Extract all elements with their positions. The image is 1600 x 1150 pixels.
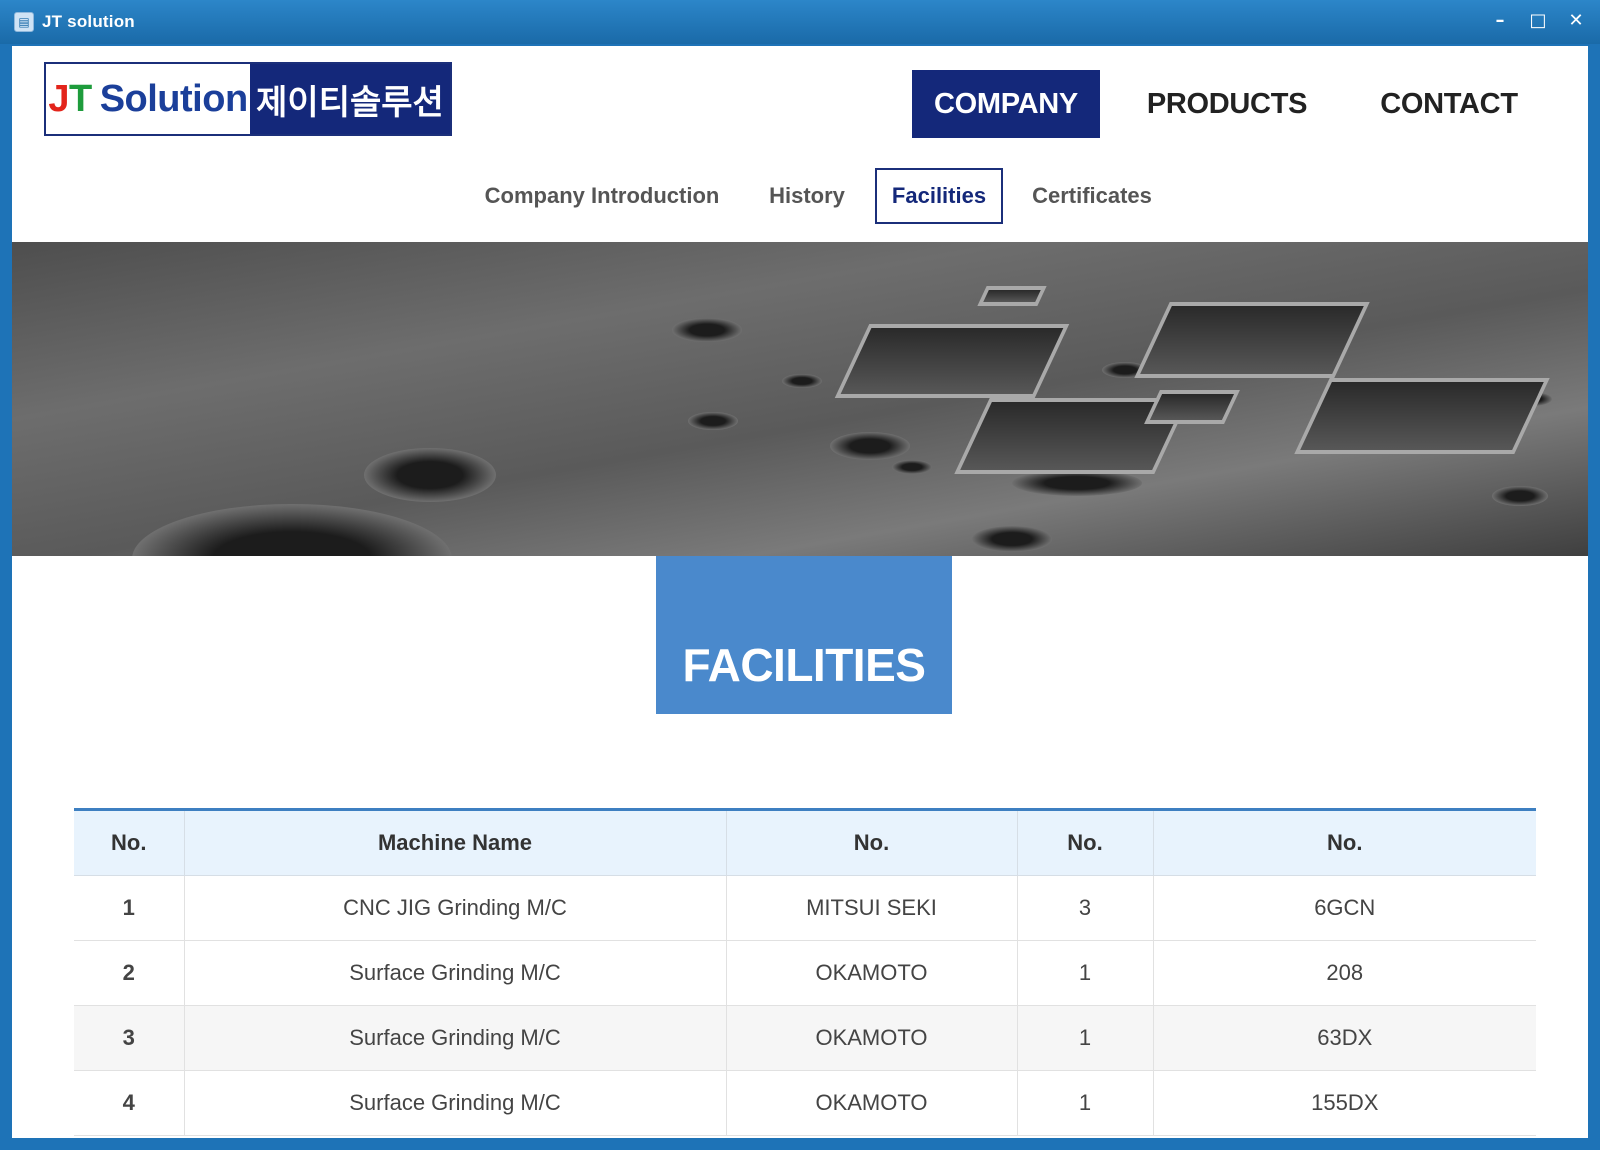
sub-nav: Company Introduction History Facilities … (12, 168, 1588, 226)
subnav-company-introduction[interactable]: Company Introduction (477, 168, 727, 224)
col-header-machine-name: Machine Name (183, 809, 726, 876)
app-icon: ▤ (14, 12, 34, 32)
hero-pocket (1294, 378, 1550, 454)
close-icon: ✕ (1568, 9, 1584, 31)
cell-no: 3 (74, 1005, 184, 1071)
col-header-no: No. (74, 809, 184, 876)
hero-banner-image (12, 242, 1588, 556)
hero-hole (892, 460, 932, 474)
col-header-model: No. (1152, 809, 1536, 876)
cell-model: 6GCN (1152, 875, 1536, 941)
window-title: JT solution (42, 12, 135, 31)
web-content: J T Solution 제이티솔루션 COMPANY PRODUCTS CONTA… (12, 46, 1588, 1138)
hero-hole (782, 374, 822, 388)
cell-quantity: 1 (1016, 1070, 1153, 1136)
cell-maker: OKAMOTO (725, 1070, 1017, 1136)
logo-letter-j: J (48, 77, 69, 120)
hero-hole (830, 432, 910, 460)
cell-model: 63DX (1152, 1005, 1536, 1071)
hero-hole (1492, 486, 1548, 506)
cell-no: 4 (74, 1070, 184, 1136)
cell-maker: OKAMOTO (725, 940, 1017, 1006)
cell-model: 208 (1152, 940, 1536, 1006)
window-controls: – □ ✕ (1490, 8, 1586, 32)
cell-maker: MITSUI SEKI (725, 875, 1017, 941)
hero-pocket (1134, 302, 1370, 378)
cell-quantity: 3 (1016, 875, 1153, 941)
hero-hole (688, 412, 738, 430)
logo-solution: Solution (99, 77, 248, 120)
close-button[interactable]: ✕ (1566, 8, 1586, 32)
nav-company[interactable]: COMPANY (912, 70, 1100, 138)
cell-maker: OKAMOTO (725, 1005, 1017, 1071)
nav-contact[interactable]: CONTACT (1364, 70, 1534, 138)
cell-machine-name: Surface Grinding M/C (183, 940, 726, 1006)
col-header-quantity: No. (1016, 809, 1153, 876)
table-row: 4 Surface Grinding M/C OKAMOTO 1 155DX (74, 1070, 1536, 1136)
site-logo[interactable]: J T Solution 제이티솔루션 (44, 62, 452, 136)
minimize-button[interactable]: – (1490, 8, 1510, 32)
main-nav: COMPANY PRODUCTS CONTACT (912, 70, 1588, 140)
hero-pocket (834, 324, 1070, 398)
table-row: 2 Surface Grinding M/C OKAMOTO 1 208 (74, 940, 1536, 1006)
app-window: ▤ JT solution – □ ✕ J T Solution 제이티솔루션 CO… (0, 0, 1600, 1150)
logo-korean: 제이티솔루션 (250, 64, 450, 134)
cell-machine-name: Surface Grinding M/C (183, 1005, 726, 1071)
minimize-icon: – (1495, 9, 1505, 31)
col-header-maker: No. (725, 809, 1017, 876)
table-row: 1 CNC JIG Grinding M/C MITSUI SEKI 3 6GC… (74, 875, 1536, 941)
nav-products[interactable]: PRODUCTS (1132, 70, 1322, 138)
cell-machine-name: Surface Grinding M/C (183, 1070, 726, 1136)
subnav-certificates[interactable]: Certificates (1017, 168, 1167, 224)
section-title-box: FACILITIES (656, 556, 952, 714)
hero-hole (972, 526, 1052, 552)
hero-pocket (1144, 390, 1240, 424)
hero-pocket (977, 286, 1047, 306)
cell-quantity: 1 (1016, 1005, 1153, 1071)
table-header-row: No. Machine Name No. No. No. (74, 809, 1536, 876)
section-title: FACILITIES (682, 639, 926, 691)
cell-model: 155DX (1152, 1070, 1536, 1136)
logo-letter-t: T (68, 77, 92, 120)
facilities-table-container: No. Machine Name No. No. No. 1 CNC JIG G… (74, 808, 1536, 1136)
hero-hole (364, 448, 496, 502)
cell-no: 1 (74, 875, 184, 941)
facilities-table: No. Machine Name No. No. No. 1 CNC JIG G… (74, 808, 1536, 1136)
title-bar[interactable]: ▤ JT solution – □ ✕ (0, 0, 1600, 44)
maximize-icon: □ (1529, 9, 1547, 31)
logo-english: J T Solution (46, 64, 250, 134)
cell-machine-name: CNC JIG Grinding M/C (183, 875, 726, 941)
cell-no: 2 (74, 940, 184, 1006)
table-row: 3 Surface Grinding M/C OKAMOTO 1 63DX (74, 1005, 1536, 1071)
hero-hole (672, 318, 742, 342)
subnav-history[interactable]: History (752, 168, 862, 224)
subnav-facilities[interactable]: Facilities (875, 168, 1003, 224)
cell-quantity: 1 (1016, 940, 1153, 1006)
hero-hole (132, 504, 452, 556)
maximize-button[interactable]: □ (1528, 8, 1548, 32)
